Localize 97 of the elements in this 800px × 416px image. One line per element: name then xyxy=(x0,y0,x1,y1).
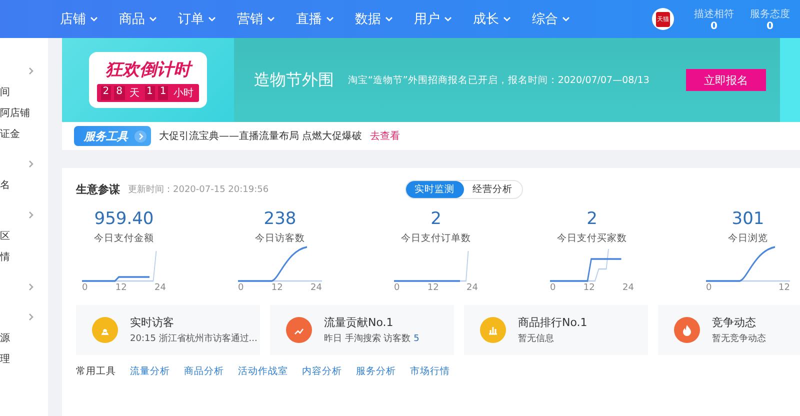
axis-tick: 12 xyxy=(583,283,595,293)
chevron-right-icon xyxy=(26,282,36,292)
tool-link[interactable]: 活动作战室 xyxy=(238,365,288,378)
info-card[interactable]: 商品排行No.1 暂无信息 xyxy=(464,305,648,355)
promo-text: 大促引流宝典——直播流量布局 点燃大促爆破 xyxy=(159,130,362,143)
view-link[interactable]: 去查看 xyxy=(370,129,400,143)
tool-link[interactable]: 服务分析 xyxy=(356,365,396,378)
countdown-unit: 天 xyxy=(128,87,140,100)
axis-tick: 24 xyxy=(466,283,478,293)
tool-link[interactable]: 流量分析 xyxy=(130,365,170,378)
metric-label: 今日支付买家数 xyxy=(557,232,627,245)
nav-menu-item[interactable]: 综合 xyxy=(532,10,591,28)
chevron-down-icon xyxy=(89,14,99,24)
chevron-right-icon xyxy=(26,66,36,76)
countdown-digit: 2 xyxy=(100,86,112,100)
chevron-down-icon xyxy=(266,14,276,24)
info-subtitle: 20:15 浙江省杭州市访客通过... xyxy=(130,332,258,345)
sidebar-item[interactable]: 区 xyxy=(0,226,48,247)
signup-button[interactable]: 立即报名 xyxy=(686,69,766,91)
countdown-digit: 1 xyxy=(144,86,155,100)
axis-tick: 24 xyxy=(622,283,634,293)
sidebar-item[interactable]: 名 xyxy=(0,175,48,196)
sidebar-item[interactable]: 证金 xyxy=(0,124,48,145)
flame-icon xyxy=(680,323,694,337)
nav-menu-item[interactable]: 订单 xyxy=(178,10,237,28)
tool-link[interactable]: 商品分析 xyxy=(184,365,224,378)
sidebar-item[interactable]: 阿店铺 xyxy=(0,103,48,124)
rating-value: 0 xyxy=(766,20,774,32)
nav-menu-item[interactable]: 商品 xyxy=(119,10,178,28)
axis-tick: 12 xyxy=(427,283,439,293)
chevron-down-icon xyxy=(384,14,394,24)
chevron-down-icon xyxy=(148,14,158,24)
info-title: 实时访客 xyxy=(130,315,175,330)
rating-label: 描述相符 xyxy=(694,8,734,20)
metric-value: 2 xyxy=(430,209,442,229)
sidebar-item[interactable]: 情 xyxy=(0,247,48,268)
view-tab[interactable]: 实时监测 xyxy=(406,181,464,198)
axis-tick: 24 xyxy=(310,283,322,293)
info-card[interactable]: 竞争动态 暂无竞争动态 xyxy=(658,305,800,355)
tool-link[interactable]: 市场行情 xyxy=(410,365,450,378)
metric-label: 今日支付金额 xyxy=(94,232,154,245)
info-subtitle: 暂无信息 xyxy=(518,332,555,345)
metric-value: 238 xyxy=(264,209,296,229)
metric-label: 今日访客数 xyxy=(255,232,305,245)
service-tools-button[interactable]: 服务工具 xyxy=(74,126,151,146)
rating-value: 0 xyxy=(710,20,718,32)
view-tab[interactable]: 经营分析 xyxy=(464,181,522,198)
metric-value: 301 xyxy=(732,209,764,229)
chevron-right-icon xyxy=(26,312,36,322)
axis-tick: 0 xyxy=(238,283,244,293)
chevron-right-icon xyxy=(26,159,36,169)
nav-menu-item[interactable]: 成长 xyxy=(473,10,532,28)
metric-value: 2 xyxy=(586,209,598,229)
chevron-down-icon xyxy=(443,14,453,24)
nav-menu-item[interactable]: 营销 xyxy=(237,10,296,28)
countdown-title: 狂欢倒计时 xyxy=(106,58,190,81)
info-subtitle: 暂无竞争动态 xyxy=(712,332,766,345)
countdown-digit: 8 xyxy=(114,86,124,100)
nav-menu-item[interactable]: 用户 xyxy=(414,10,473,28)
info-card[interactable]: 流量贡献No.1 昨日 手淘搜索 访客数 5 xyxy=(270,305,454,355)
axis-tick: 12 xyxy=(778,283,790,293)
banner-description: 淘宝“造物节”外围招商报名已开启，报名时间：2020/07/07—08/13 xyxy=(348,74,650,86)
nav-menu-item[interactable]: 直播 xyxy=(296,10,355,28)
metric-label: 今日支付订单数 xyxy=(401,232,471,245)
rating-label: 服务态度 xyxy=(750,8,790,20)
chevron-right-icon xyxy=(26,210,36,220)
nav-menu-item[interactable]: 店铺 xyxy=(60,10,119,28)
chevron-down-icon xyxy=(325,14,335,24)
chevron-down-icon xyxy=(561,14,571,24)
metric-label: 今日浏览 xyxy=(728,232,768,245)
update-time: 更新时间：2020-07-15 20:19:56 xyxy=(128,184,269,196)
chevron-down-icon xyxy=(207,14,217,24)
info-card[interactable]: 实时访客 20:15 浙江省杭州市访客通过... xyxy=(76,305,260,355)
info-title: 流量贡献No.1 xyxy=(324,315,394,330)
tools-label: 常用工具 xyxy=(76,365,116,378)
banner-title: 造物节外围 xyxy=(254,70,334,90)
nav-menu-item[interactable]: 数据 xyxy=(355,10,414,28)
countdown-unit: 小时 xyxy=(172,86,194,100)
axis-tick: 0 xyxy=(82,283,88,293)
sidebar-item[interactable]: 间 xyxy=(0,82,48,103)
axis-tick: 24 xyxy=(154,283,166,293)
chevron-circle-icon xyxy=(134,130,147,142)
axis-tick: 12 xyxy=(115,283,127,293)
sidebar-item[interactable]: 源 xyxy=(0,328,48,349)
axis-tick: 0 xyxy=(706,283,712,293)
info-title: 竞争动态 xyxy=(712,315,757,330)
metric-value: 959.40 xyxy=(94,209,154,229)
axis-tick: 0 xyxy=(550,283,556,293)
info-subtitle: 昨日 手淘搜索 访客数 5 xyxy=(324,332,420,345)
countdown-digit: 1 xyxy=(158,86,168,100)
tool-link[interactable]: 内容分析 xyxy=(302,365,342,378)
axis-tick: 12 xyxy=(271,283,283,293)
sidebar-item[interactable]: 理 xyxy=(0,349,48,370)
axis-tick: 0 xyxy=(394,283,400,293)
dashboard-title: 生意参谋 xyxy=(76,182,120,197)
info-title: 商品排行No.1 xyxy=(518,315,588,330)
chevron-down-icon xyxy=(502,14,512,24)
